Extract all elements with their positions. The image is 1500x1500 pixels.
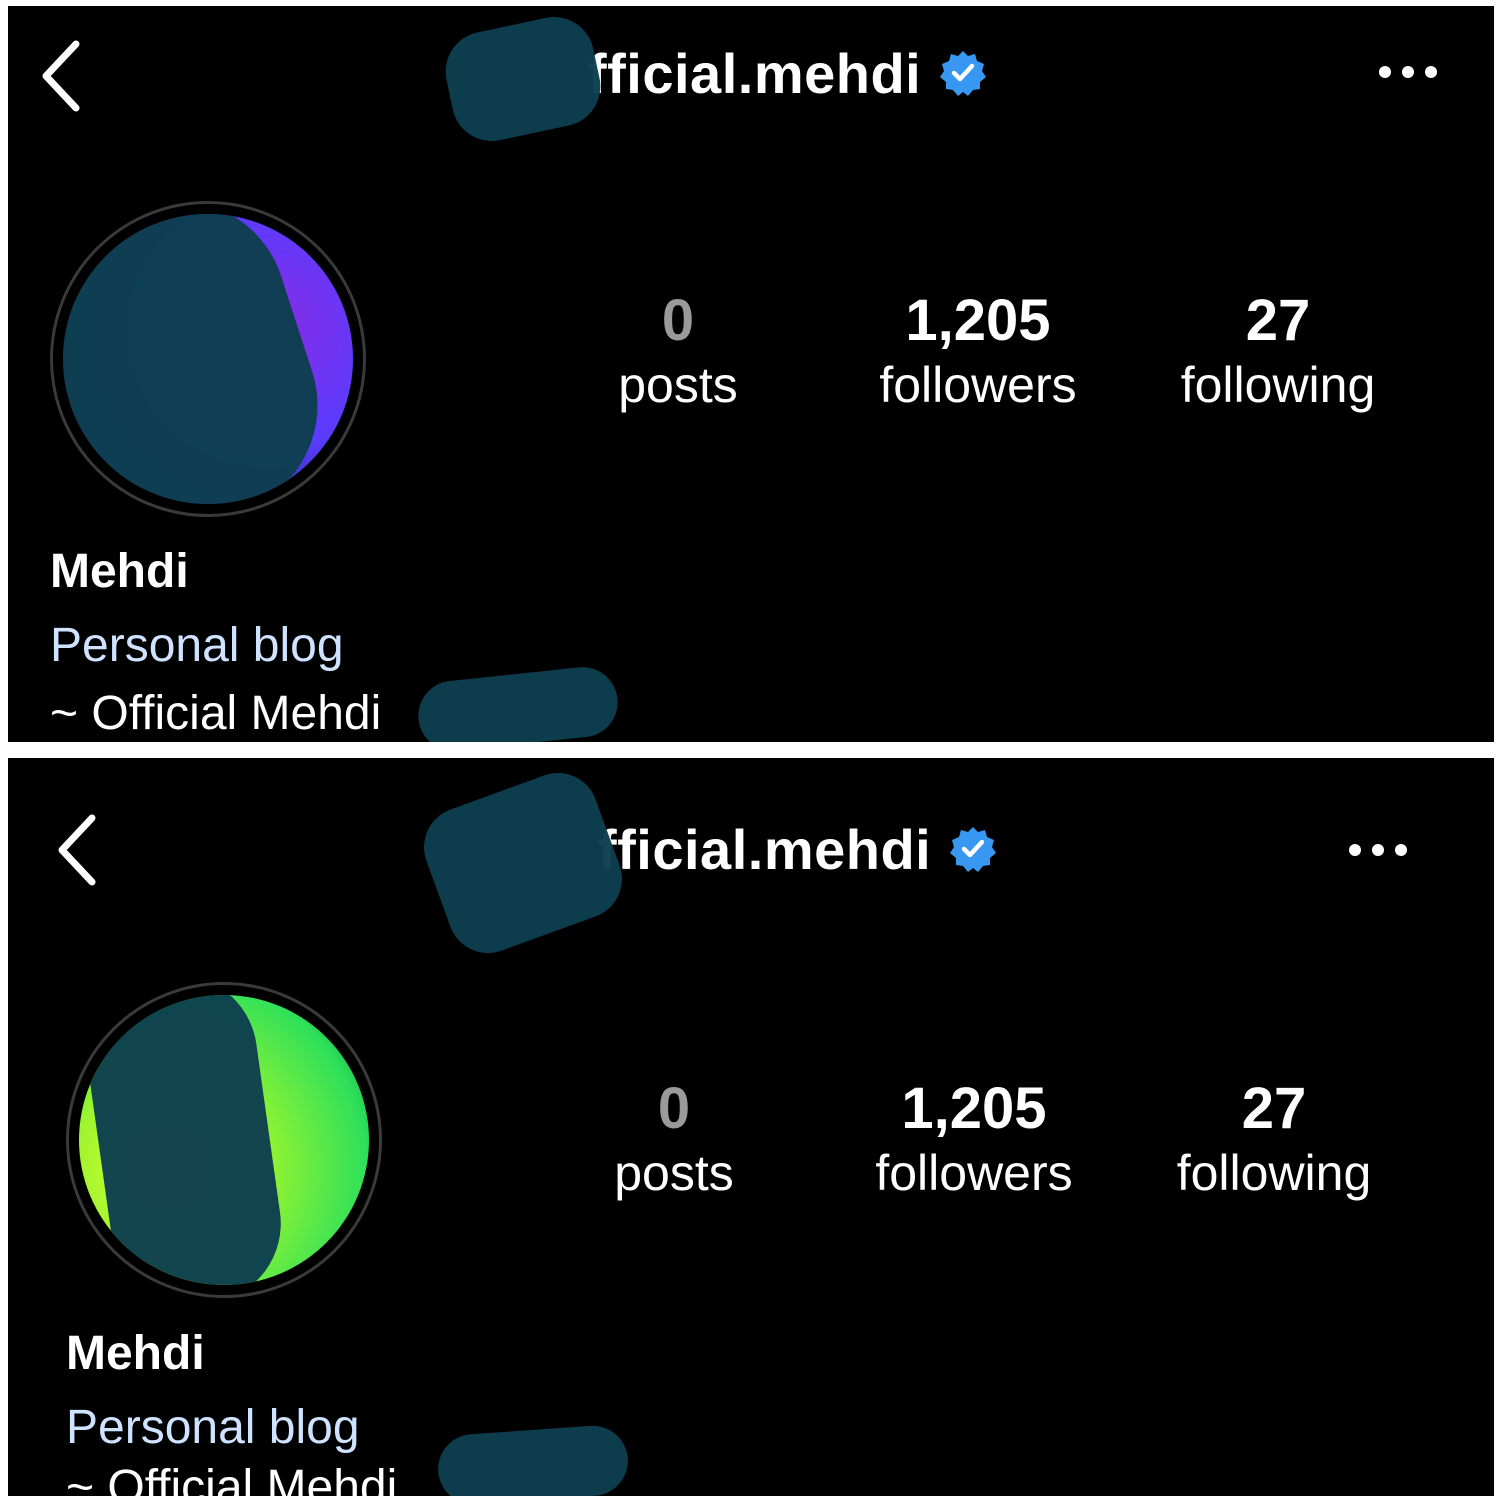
stat-posts[interactable]: 0 posts: [524, 1076, 824, 1204]
header-username: fficial.mehdi: [598, 817, 932, 881]
profile-avatar[interactable]: [66, 982, 382, 1298]
posts-label: posts: [614, 1145, 734, 1201]
header-username: fficial.mehdi: [588, 41, 922, 105]
avatar-image: [63, 214, 353, 504]
profile-stats: 0 posts 1,205 followers 27 following: [528, 288, 1428, 416]
profile-stats: 0 posts 1,205 followers 27 following: [524, 1076, 1424, 1204]
header-username-row: fficial.mehdi: [588, 38, 987, 108]
stat-following[interactable]: 27 following: [1124, 1076, 1424, 1204]
stat-followers[interactable]: 1,205 followers: [824, 1076, 1124, 1204]
more-options-icon[interactable]: [1376, 62, 1446, 82]
redaction-scribble: [438, 9, 608, 149]
profile-avatar[interactable]: [50, 201, 366, 517]
followers-label: followers: [879, 357, 1077, 413]
verified-badge-icon: [940, 51, 987, 96]
verified-badge-icon: [950, 827, 997, 872]
back-chevron-icon[interactable]: [38, 36, 88, 116]
stat-posts[interactable]: 0 posts: [528, 288, 828, 416]
header-username-row: fficial.mehdi: [598, 814, 997, 884]
following-count: 27: [1241, 1076, 1307, 1141]
followers-count: 1,205: [905, 288, 1051, 353]
more-options-icon[interactable]: [1346, 840, 1416, 860]
redaction-scribble: [435, 1423, 631, 1496]
followers-count: 1,205: [901, 1076, 1047, 1141]
profile-bio: ~ Official Mehdi: [50, 687, 382, 740]
stat-followers[interactable]: 1,205 followers: [828, 288, 1128, 416]
posts-count: 0: [661, 288, 695, 353]
profile-bio: ~ Official Mehdi: [66, 1461, 398, 1496]
profile-category: Personal blog: [50, 619, 344, 672]
profile-display-name: Mehdi: [66, 1327, 205, 1380]
followers-label: followers: [875, 1145, 1073, 1201]
following-label: following: [1176, 1145, 1372, 1201]
profile-screenshot-top: fficial.mehdi 0 posts 1,205 followers 27…: [8, 6, 1494, 742]
profile-screenshot-bottom: fficial.mehdi 0 posts 1,205 followers 27…: [8, 758, 1494, 1496]
posts-count: 0: [657, 1076, 691, 1141]
following-label: following: [1180, 357, 1376, 413]
stat-following[interactable]: 27 following: [1128, 288, 1428, 416]
redaction-scribble: [412, 761, 634, 965]
avatar-image: [79, 995, 369, 1285]
profile-category: Personal blog: [66, 1401, 360, 1454]
redaction-scribble: [414, 663, 622, 742]
posts-label: posts: [618, 357, 738, 413]
back-chevron-icon[interactable]: [54, 810, 104, 890]
following-count: 27: [1245, 288, 1311, 353]
profile-display-name: Mehdi: [50, 545, 189, 598]
